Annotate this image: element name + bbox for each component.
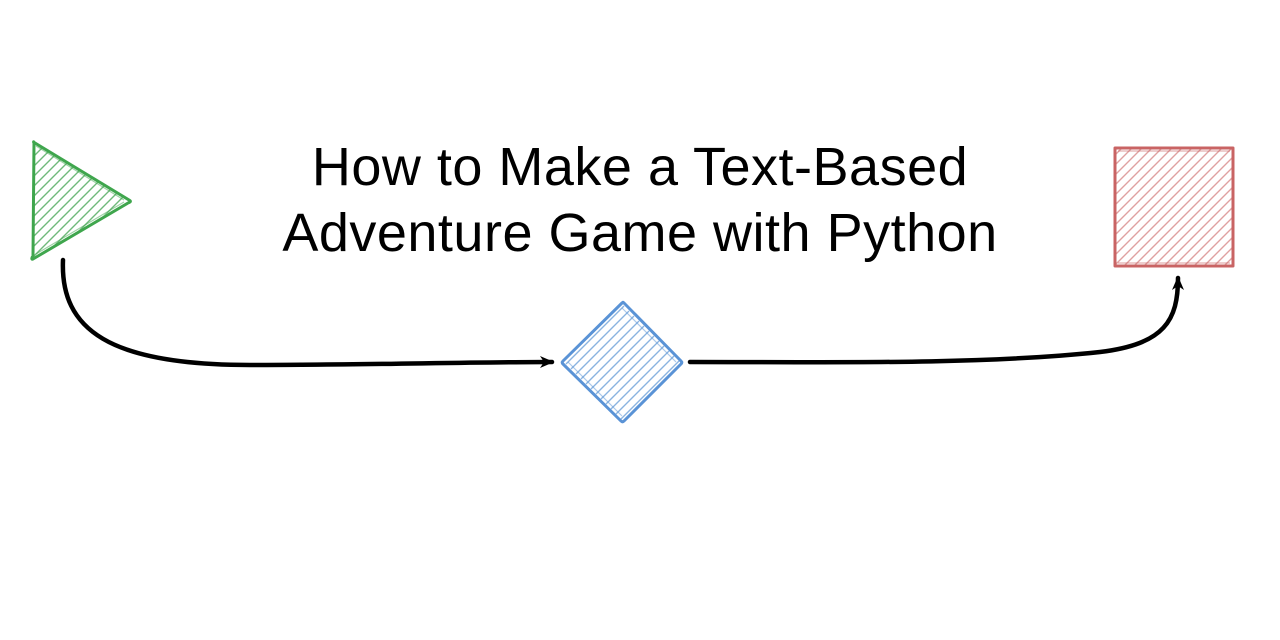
diamond-icon [562, 302, 682, 422]
diagram-title: How to Make a Text-Based Adventure Game … [0, 135, 1280, 267]
shapes-layer [0, 0, 1280, 640]
diagram-stage: How to Make a Text-Based Adventure Game … [0, 0, 1280, 640]
arrow-start-to-decision [63, 260, 552, 365]
title-line-1: How to Make a Text-Based [0, 135, 1280, 201]
title-line-2: Adventure Game with Python [0, 201, 1280, 267]
arrow-decision-to-end [690, 278, 1178, 362]
